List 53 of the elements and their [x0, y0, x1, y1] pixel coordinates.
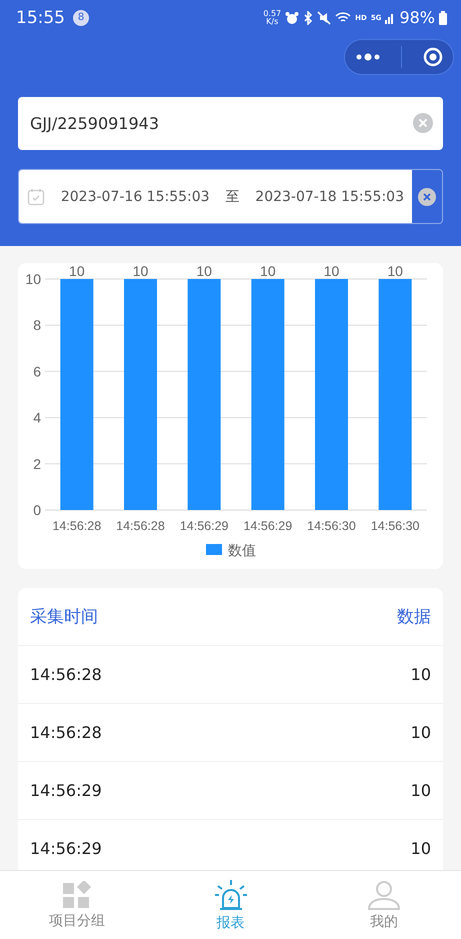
network-speed: 0.57 K/s	[263, 10, 282, 26]
battery-percent: 98%	[399, 8, 435, 27]
date-range-field[interactable]: 2023-07-16 15:55:03 至 2023-07-18 15:55:03	[18, 169, 443, 224]
table-cell: 10	[410, 665, 431, 684]
table-cell: 14:56:29	[30, 839, 102, 858]
data-label: 10	[132, 263, 148, 279]
y-tick-label: 2	[33, 456, 41, 472]
x-tick-label: 14:56:30	[307, 519, 356, 533]
table-cell: 10	[410, 781, 431, 800]
start-date: 2023-07-16 15:55:03	[60, 188, 210, 204]
calendar-icon	[27, 188, 45, 206]
y-tick-label: 0	[33, 502, 41, 518]
y-tick-label: 6	[33, 363, 41, 380]
siren-icon	[214, 878, 248, 910]
more-icon[interactable]	[355, 53, 382, 61]
battery-icon	[439, 10, 447, 24]
y-tick-label: 4	[33, 410, 41, 426]
tab-bar-item[interactable]: 我的	[307, 871, 461, 939]
data-label: 10	[387, 263, 403, 279]
end-date: 2023-07-18 15:55:03	[255, 188, 404, 204]
column-header: 数据	[397, 606, 431, 628]
table-cell: 14:56:29	[30, 781, 102, 800]
data-label: 10	[69, 263, 85, 279]
wifi-icon	[335, 11, 352, 24]
x-tick-label: 14:56:28	[52, 519, 102, 533]
x-tick-label: 14:56:29	[180, 519, 228, 533]
x-tick-label: 14:56:30	[370, 519, 420, 533]
data-label: 10	[196, 263, 212, 279]
notification-badge: 8	[73, 10, 89, 26]
bluetooth-icon	[303, 10, 314, 24]
user-icon	[367, 880, 402, 910]
x-tick-label: 14:56:29	[244, 519, 292, 533]
x-tick-label: 14:56:28	[116, 519, 165, 533]
column-header: 采集时间	[30, 606, 98, 628]
grid-icon	[60, 880, 93, 908]
tab-bar-item[interactable]: 项目分组	[0, 871, 154, 939]
table-cell: 10	[410, 839, 431, 858]
clear-icon[interactable]	[418, 188, 436, 206]
table-cell: 14:56:28	[30, 723, 102, 742]
data-label: 10	[260, 263, 276, 279]
search-field[interactable]: GJJ/2259091943	[18, 97, 443, 150]
table-cell: 10	[410, 723, 431, 742]
signal-icon	[385, 12, 396, 24]
status-time: 15:55	[16, 8, 65, 28]
range-separator: 至	[225, 188, 240, 206]
tab-bar-item[interactable]: 报表	[154, 871, 308, 939]
table-cell: 14:56:28	[30, 665, 102, 684]
y-tick-label: 8	[33, 317, 41, 334]
mute-icon	[317, 10, 332, 24]
close-target-icon[interactable]	[422, 47, 443, 67]
data-label: 10	[324, 263, 340, 279]
y-tick-label: 10	[25, 271, 41, 287]
legend-label: 数值	[228, 542, 256, 558]
